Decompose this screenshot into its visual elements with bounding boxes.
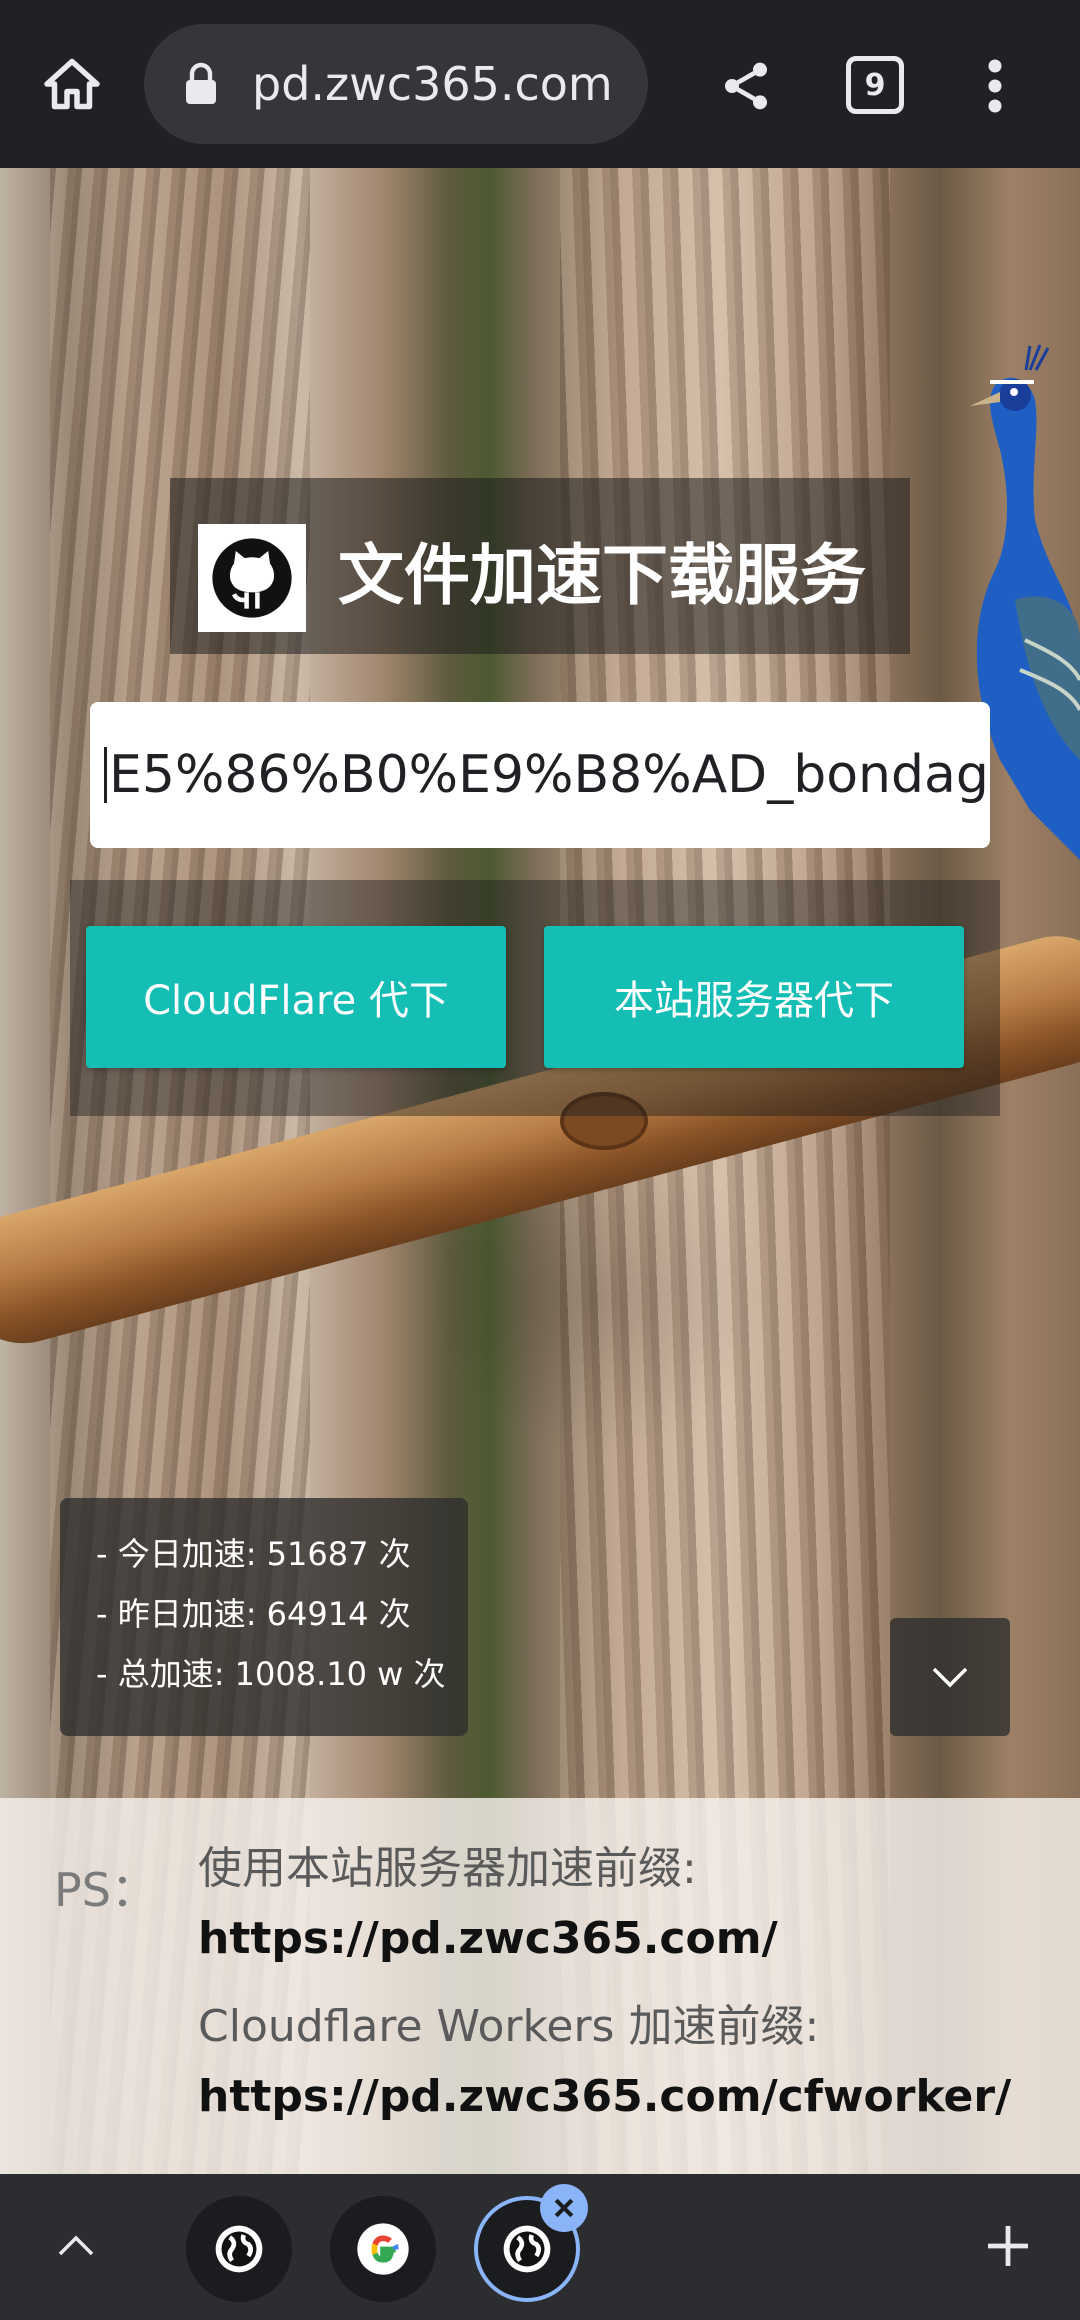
url-text: pd.zwc365.com [252, 57, 613, 111]
file-url-input[interactable]: E5%86%B0%E9%B8%AD_bondage.p [90, 702, 990, 848]
tab-thumbnail-2[interactable] [330, 2196, 436, 2302]
tab-switcher-button[interactable]: 9 [846, 56, 904, 114]
stats-yesterday: - 昨日加速: 64914 次 [96, 1595, 411, 1633]
home-icon[interactable] [36, 48, 108, 120]
globe-icon [503, 2225, 551, 2273]
chevron-down-icon [932, 1667, 968, 1688]
stats-today: - 今日加速: 51687 次 [96, 1535, 411, 1573]
globe-icon [215, 2225, 263, 2273]
more-vert-icon[interactable] [970, 52, 1020, 120]
page-title: 文件加速下载服务 [338, 537, 866, 614]
close-icon[interactable] [540, 2184, 588, 2232]
text-caret [104, 747, 107, 803]
share-icon[interactable] [712, 52, 780, 120]
download-button-panel: CloudFlare 代下 本站服务器代下 [70, 880, 1000, 1116]
stats-panel: - 今日加速: 51687 次 - 昨日加速: 64914 次 - 总加速: 1… [60, 1498, 468, 1736]
google-icon [357, 2223, 409, 2275]
scroll-down-button[interactable] [890, 1618, 1010, 1736]
tab-strip [0, 2174, 1080, 2320]
ps-line-local-text: 使用本站服务器加速前缀: [198, 1843, 697, 1894]
tab-count: 9 [864, 67, 886, 103]
ps-line-cloudflare-link[interactable]: https://pd.zwc365.com/cfworker/ [198, 2071, 1011, 2122]
ps-line-local-link[interactable]: https://pd.zwc365.com/ [198, 1913, 778, 1964]
ps-line-local: 使用本站服务器加速前缀: https://pd.zwc365.com/ [198, 1834, 1058, 1974]
local-server-download-button[interactable]: 本站服务器代下 [544, 926, 964, 1068]
plus-icon[interactable] [972, 2210, 1044, 2282]
browser-toolbar: pd.zwc365.com 9 [0, 0, 1080, 168]
tab-thumbnail-1[interactable] [186, 2196, 292, 2302]
cloudflare-download-button[interactable]: CloudFlare 代下 [86, 926, 506, 1068]
ps-line-cloudflare: Cloudflare Workers 加速前缀: https://pd.zwc3… [198, 1992, 1058, 2132]
address-bar[interactable]: pd.zwc365.com [144, 24, 648, 144]
title-banner: 文件加速下载服务 [170, 478, 910, 654]
ps-label: PS： [54, 1863, 157, 1917]
lock-icon [184, 62, 218, 106]
ps-line-cloudflare-text: Cloudflare Workers 加速前缀: [198, 2001, 820, 2052]
ps-section: PS： 使用本站服务器加速前缀: https://pd.zwc365.com/ … [0, 1798, 1080, 2174]
github-icon[interactable] [198, 524, 306, 632]
file-url-value: E5%86%B0%E9%B8%AD_bondage.p [109, 745, 990, 805]
stats-total: - 总加速: 1008.10 w 次 [96, 1655, 446, 1693]
chevron-up-icon[interactable] [40, 2210, 112, 2282]
